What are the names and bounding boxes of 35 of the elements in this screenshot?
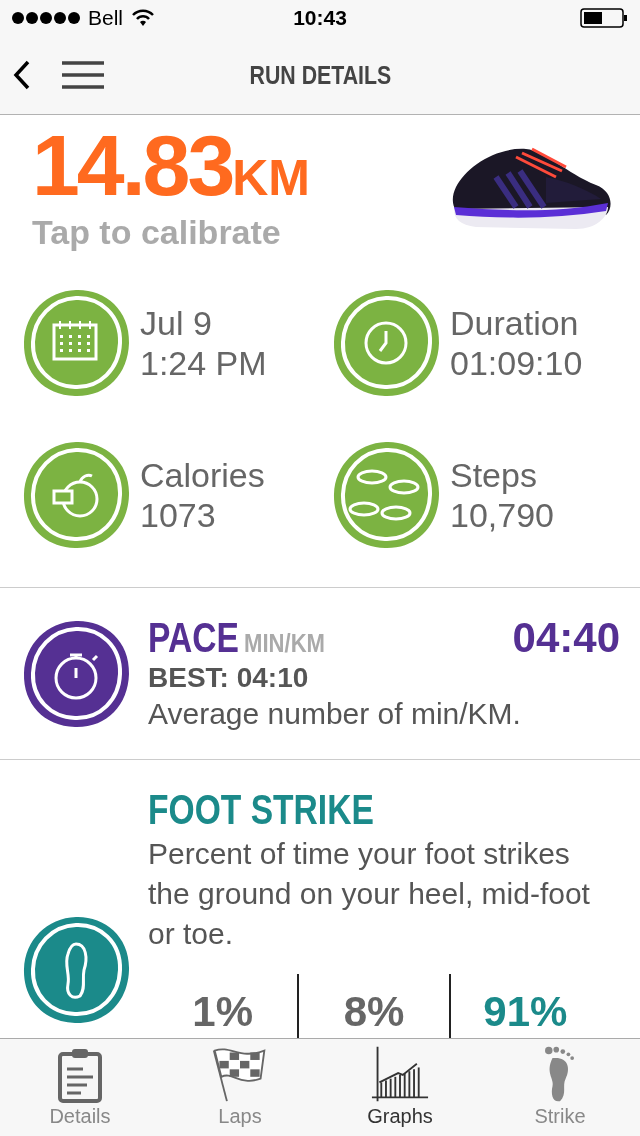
stat-label: Duration	[450, 303, 580, 344]
best-pace: BEST: 04:10	[148, 661, 309, 694]
page-title: RUN DETAILS	[249, 59, 391, 91]
menu-icon	[62, 60, 104, 91]
stat-value: 01:09:10	[450, 343, 583, 384]
stat-value: 1:24 PM	[140, 343, 267, 384]
stat-label: Steps	[450, 455, 538, 496]
stat-label: Calories	[140, 455, 265, 496]
pace-unit: MIN/KM	[243, 627, 325, 659]
strike-percent: 8%	[343, 988, 405, 1038]
strike-percent: 91%	[483, 988, 568, 1038]
foot-strike-description: Percent of time your foot strikes the ground on your heel, mid-foot or toe.	[148, 836, 591, 953]
foot-strike-title: FOOT STRIKE	[148, 786, 375, 835]
back-icon	[12, 60, 32, 91]
distance-value: 14.83KM	[32, 122, 311, 216]
pace-value: 04:40	[512, 613, 620, 662]
back-button[interactable]	[12, 60, 32, 91]
tab[interactable]: Strike	[480, 1039, 640, 1136]
carrier-name: Bell	[88, 6, 124, 30]
strike-percent: 1%	[192, 988, 253, 1038]
stat-value: 10,790	[450, 495, 554, 536]
tab[interactable]: Details	[0, 1039, 160, 1136]
wifi-icon	[131, 9, 156, 27]
tab[interactable]: Laps	[160, 1039, 320, 1136]
stat-label: Jul 9	[140, 303, 213, 344]
battery-icon	[580, 8, 628, 28]
signal-icon	[12, 12, 82, 24]
pace-title: PACE	[148, 613, 239, 662]
tab[interactable]: Graphs	[320, 1039, 480, 1136]
stat-value: 1073	[140, 495, 217, 536]
pace-description: Average number of min/KM.	[148, 695, 522, 732]
clock-time: 10:43	[293, 6, 347, 30]
menu-button[interactable]	[62, 60, 104, 91]
calibrate-link[interactable]: Tap to calibrate	[32, 213, 281, 253]
clipboard-icon	[57, 1047, 103, 1103]
